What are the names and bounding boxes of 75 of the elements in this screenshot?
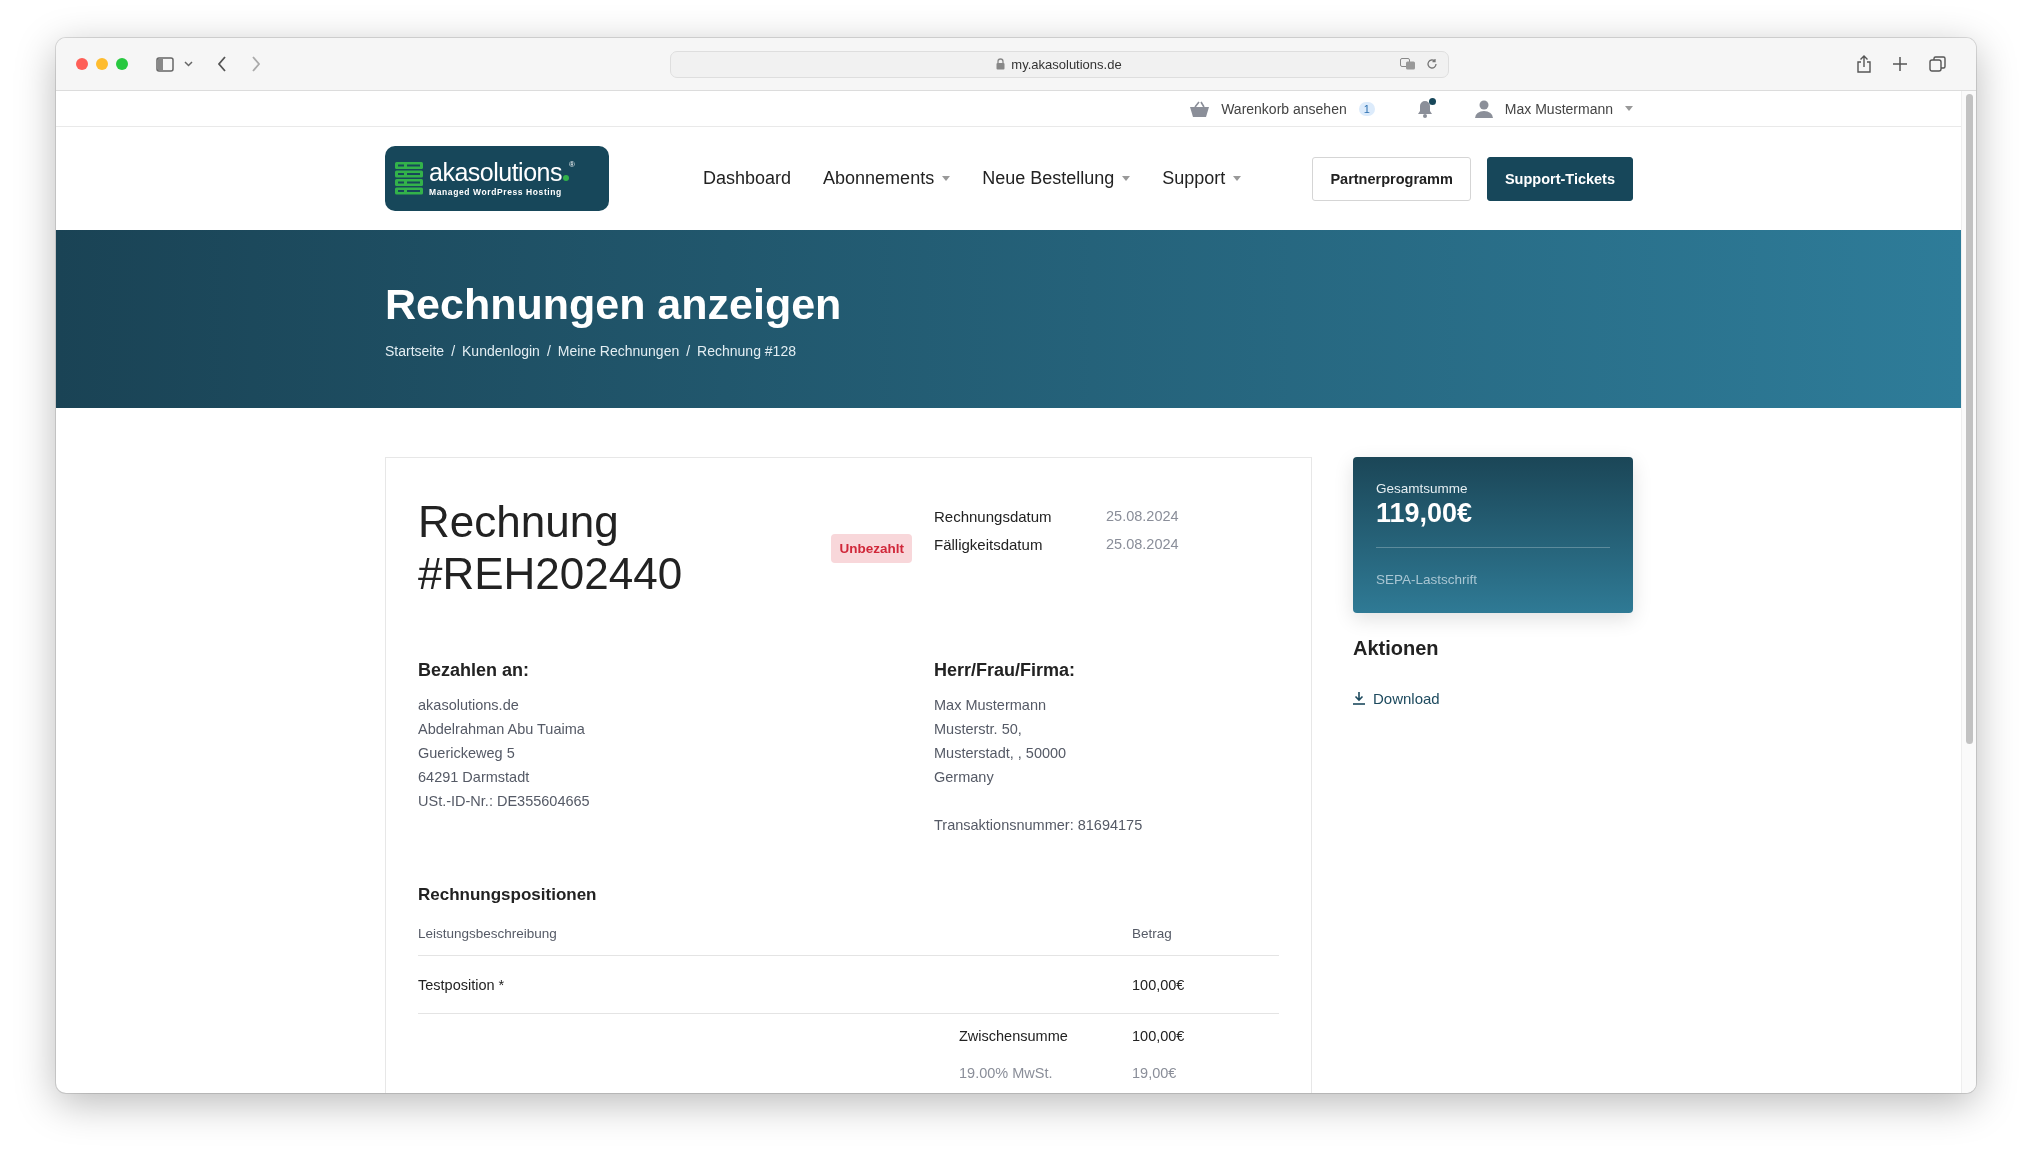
nav-link[interactable]: Support (1162, 168, 1242, 189)
breadcrumb-separator: / (686, 342, 691, 359)
total-label: Gesamtsumme (1376, 481, 1469, 496)
lock-icon (996, 58, 1006, 70)
address-line: Max Mustermann (934, 696, 1047, 715)
nav-link[interactable]: Neue Bestellung (982, 168, 1131, 189)
payment-method: SEPA-Lastschrift (1376, 572, 1479, 587)
plus-icon[interactable] (1893, 57, 1907, 71)
cart-link[interactable]: Warenkorb ansehen (1221, 100, 1347, 117)
logo[interactable]: akasolutions ® Managed WordPress Hosting (385, 146, 609, 211)
close-button[interactable] (76, 58, 88, 70)
invoice-title: Rechnung #REH202440 (418, 496, 684, 600)
address-line: 64291 Darmstadt (418, 768, 531, 787)
table-cell-text: Testposition * (418, 976, 506, 993)
address-line: USt.-ID-Nr.: DE355604665 (418, 792, 591, 811)
breadcrumb-separator: / (451, 342, 456, 359)
nav-link[interactable]: Dashboard (703, 168, 792, 189)
address-line: Musterstr. 50, (934, 720, 1023, 739)
tabs-icon[interactable] (1929, 56, 1946, 72)
column-header: Betrag (1132, 925, 1172, 941)
date-value: 25.08.2024 (1106, 508, 1179, 524)
address-bar[interactable]: my.akasolutions.de (669, 50, 1449, 78)
back-icon[interactable] (217, 56, 227, 72)
total-label: Zwischensumme (959, 1028, 1069, 1044)
address-line: Germany (934, 768, 995, 787)
total-amount: 119,00€ (1376, 498, 1474, 529)
breadcrumb-separator: / (546, 342, 551, 359)
cart-count: 1 (1358, 101, 1375, 116)
logo-tagline: Managed WordPress Hosting (429, 187, 563, 197)
basket-icon (1190, 100, 1210, 117)
download-link[interactable]: Download (1353, 690, 1440, 707)
page-title: Rechnungen anzeigen (385, 279, 843, 329)
bell-icon[interactable] (1416, 99, 1433, 118)
address-line: Guerickeweg 5 (418, 744, 516, 763)
registered-mark: ® (569, 160, 575, 169)
section-heading: Herr/Frau/Firma: (934, 660, 1077, 681)
total-value: 100,00€ (1132, 1028, 1185, 1044)
scrollbar[interactable] (1961, 91, 1976, 1093)
download-icon (1353, 692, 1365, 705)
address-line: Abdelrahman Abu Tuaima (418, 720, 586, 739)
total-value: 19,00€ (1132, 1065, 1177, 1081)
date-value: 25.08.2024 (1106, 536, 1179, 552)
user-icon (1474, 99, 1493, 118)
caret-icon (1625, 106, 1633, 111)
user-menu[interactable]: Max Mustermann (1504, 100, 1613, 117)
address-line: akasolutions.de (418, 696, 520, 715)
zoom-button[interactable] (116, 58, 128, 70)
chevron-down-icon[interactable] (184, 61, 193, 67)
status-badge: Unbezahlt (831, 533, 912, 563)
column-header: Leistungsbeschreibung (418, 925, 558, 941)
logo-name: akasolutions (429, 158, 562, 186)
breadcrumb-link[interactable]: Rechnung #128 (697, 342, 796, 359)
total-label: 19.00% MwSt. (959, 1065, 1054, 1081)
actions-heading: Aktionen (1353, 637, 1440, 660)
date-label: Rechnungsdatum (934, 507, 1053, 525)
transaction-number: Transaktionsnummer: 81694175 (934, 816, 1144, 835)
translate-icon (1399, 58, 1416, 70)
nav-link[interactable]: Abonnements (823, 168, 951, 189)
url-text: my.akasolutions.de (1011, 56, 1122, 72)
sidebar-icon[interactable] (156, 56, 174, 72)
share-icon[interactable] (1857, 55, 1871, 73)
server-icon (395, 161, 423, 196)
section-heading: Bezahlen an: (418, 660, 531, 681)
partner-button[interactable]: Partnerprogramm (1312, 156, 1471, 201)
reload-icon[interactable] (1425, 58, 1438, 70)
address-line: Musterstadt, , 50000 (934, 744, 1068, 763)
breadcrumb-link[interactable]: Kundenlogin (462, 342, 540, 359)
section-heading: Rechnungspositionen (418, 885, 598, 905)
breadcrumb-link[interactable]: Meine Rechnungen (557, 342, 680, 359)
forward-icon[interactable] (251, 56, 261, 72)
tickets-button[interactable]: Support-Tickets (1486, 156, 1633, 201)
table-cell: 100,00€ (1132, 976, 1185, 993)
date-label: Fälligkeitsdatum (934, 535, 1044, 553)
logo-dot (563, 175, 569, 181)
breadcrumb-link[interactable]: Startseite (385, 342, 445, 359)
